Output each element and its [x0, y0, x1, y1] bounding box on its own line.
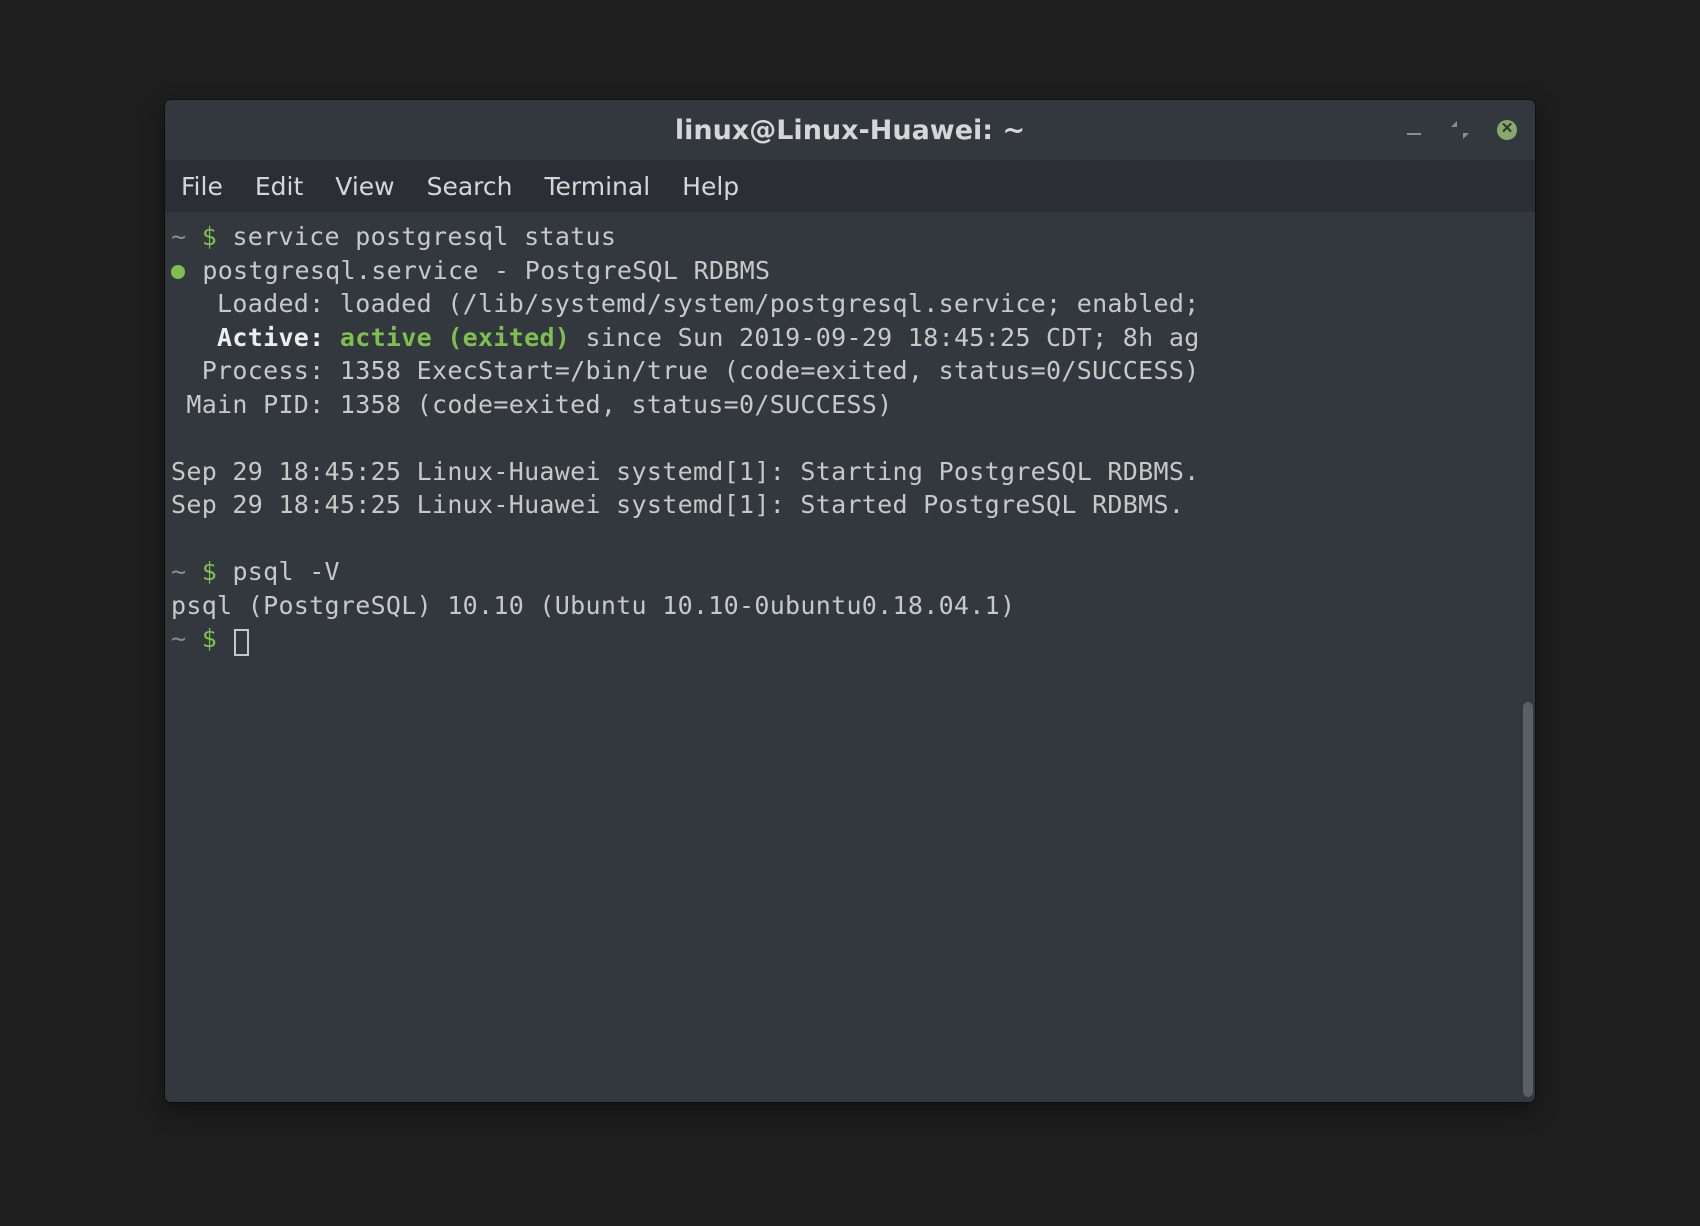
- active-value: active (exited): [340, 323, 570, 352]
- menu-edit[interactable]: Edit: [255, 172, 303, 201]
- status-dot-icon: [171, 265, 185, 279]
- minimize-button[interactable]: [1405, 121, 1423, 139]
- window-title: linux@Linux-Huawei: ~: [675, 115, 1025, 146]
- prompt-tilde: ~: [171, 222, 186, 251]
- log-line-2: Sep 29 18:45:25 Linux-Huawei systemd[1]:…: [171, 490, 1184, 519]
- cursor-icon: [234, 629, 249, 656]
- prompt-tilde: ~: [171, 624, 186, 653]
- titlebar[interactable]: linux@Linux-Huawei: ~: [165, 100, 1535, 160]
- menubar: File Edit View Search Terminal Help: [165, 160, 1535, 212]
- menu-view[interactable]: View: [335, 172, 394, 201]
- service-unit-line: postgresql.service - PostgreSQL RDBMS: [202, 256, 770, 285]
- prompt-dollar: $: [202, 222, 217, 251]
- prompt-dollar: $: [202, 624, 217, 653]
- prompt-dollar: $: [202, 557, 217, 586]
- command-service-status: service postgresql status: [232, 222, 616, 251]
- menu-file[interactable]: File: [181, 172, 223, 201]
- loaded-label: Loaded:: [171, 289, 325, 318]
- command-psql-version: psql -V: [232, 557, 339, 586]
- menu-search[interactable]: Search: [427, 172, 513, 201]
- terminal-content[interactable]: ~ $ service postgresql status postgresql…: [165, 212, 1535, 1102]
- mainpid-line: Main PID: 1358 (code=exited, status=0/SU…: [171, 390, 893, 419]
- log-line-1: Sep 29 18:45:25 Linux-Huawei systemd[1]:…: [171, 457, 1200, 486]
- maximize-button[interactable]: [1451, 121, 1469, 139]
- prompt-tilde: ~: [171, 557, 186, 586]
- process-line: Process: 1358 ExecStart=/bin/true (code=…: [171, 356, 1200, 385]
- menu-terminal[interactable]: Terminal: [544, 172, 650, 201]
- window-controls: [1405, 100, 1517, 160]
- close-button[interactable]: [1497, 120, 1517, 140]
- menu-help[interactable]: Help: [682, 172, 739, 201]
- active-since: since Sun 2019-09-29 18:45:25 CDT; 8h ag: [570, 323, 1199, 352]
- psql-version-output: psql (PostgreSQL) 10.10 (Ubuntu 10.10-0u…: [171, 591, 1015, 620]
- loaded-value: loaded (/lib/systemd/system/postgresql.s…: [325, 289, 1200, 318]
- terminal-window: linux@Linux-Huawei: ~ File Edit View Sea…: [165, 100, 1535, 1102]
- scrollbar[interactable]: [1523, 702, 1533, 1097]
- active-label: Active:: [171, 323, 325, 352]
